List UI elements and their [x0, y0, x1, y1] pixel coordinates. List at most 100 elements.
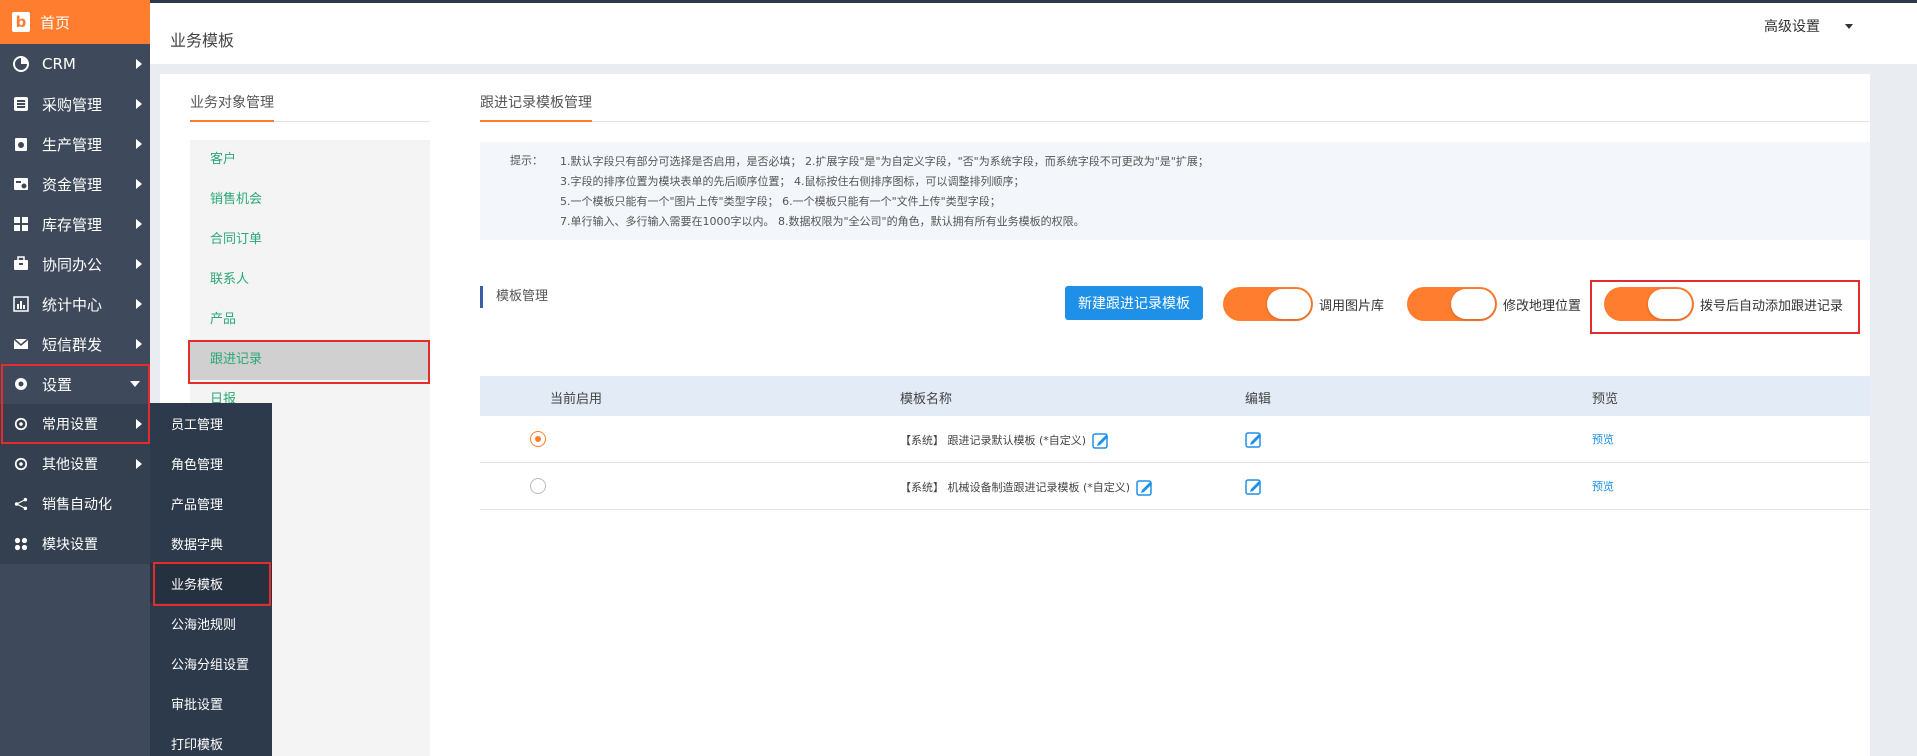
- flyout-item-dictionary[interactable]: 数据字典: [150, 523, 272, 563]
- chevron-right-icon: [136, 459, 142, 469]
- toggle-label: 修改地理位置: [1503, 298, 1582, 314]
- gear-icon: [12, 415, 30, 433]
- chevron-right-icon: [136, 219, 142, 229]
- chevron-right-icon: [136, 59, 142, 69]
- rename-icon[interactable]: [1136, 478, 1154, 496]
- modules-icon: [12, 535, 30, 553]
- money-icon: [12, 175, 30, 193]
- advanced-settings-label: 高级设置: [1764, 19, 1820, 35]
- nav-item-inventory[interactable]: 库存管理: [0, 204, 150, 244]
- enabled-radio[interactable]: [530, 431, 546, 447]
- nav-item-label: 采购管理: [42, 95, 103, 114]
- toggle-edit-location: 修改地理位置: [1407, 286, 1581, 322]
- object-item-opportunity[interactable]: 销售机会: [190, 180, 430, 220]
- toggle-knob: [1267, 289, 1311, 319]
- bar-chart-icon: [12, 295, 30, 313]
- nav-item-label: 设置: [42, 375, 73, 394]
- chevron-down-icon: [130, 381, 140, 387]
- nav-item-sales-automation[interactable]: 销售自动化: [0, 484, 150, 524]
- share-icon: [12, 495, 30, 513]
- edit-icon[interactable]: [1245, 477, 1263, 495]
- object-item-followup[interactable]: 跟进记录: [190, 340, 430, 380]
- caret-down-icon: [1845, 23, 1853, 29]
- nav-item-label: 生产管理: [42, 135, 103, 154]
- chevron-right-icon: [136, 139, 142, 149]
- flyout-item-pool-rules[interactable]: 公海池规则: [150, 603, 272, 643]
- section-title: 模板管理: [480, 286, 548, 308]
- table-row: 【系统】 跟进记录默认模板 (*自定义) 预览: [480, 416, 1870, 463]
- nav-item-label: 协同办公: [42, 255, 103, 274]
- object-item-contract[interactable]: 合同订单: [190, 220, 430, 260]
- nav-item-label: 库存管理: [42, 215, 103, 234]
- nav-home-label: 首页: [40, 13, 71, 32]
- mail-icon: [12, 335, 30, 353]
- nav-item-other-settings[interactable]: 其他设置: [0, 444, 150, 484]
- preview-link[interactable]: 预览: [1592, 478, 1614, 494]
- tab-business-objects[interactable]: 业务对象管理: [190, 92, 430, 122]
- th-edit: 编辑: [1245, 392, 1272, 407]
- main-card: 业务对象管理 客户 销售机会 合同订单 联系人 产品 跟进记录 日报 单 跟进记…: [160, 74, 1870, 756]
- chevron-right-icon: [136, 259, 142, 269]
- object-item-product[interactable]: 产品: [190, 300, 430, 340]
- tab-label: 跟进记录模板管理: [480, 92, 592, 122]
- nav-item-label: 常用设置: [42, 417, 98, 433]
- enabled-radio[interactable]: [530, 478, 546, 494]
- nav-item-label: CRM: [42, 55, 76, 73]
- template-name: 【系统】 跟进记录默认模板 (*自定义): [900, 434, 1087, 447]
- list-icon: [12, 95, 30, 113]
- th-name: 模板名称: [900, 392, 953, 407]
- chevron-right-icon: [136, 299, 142, 309]
- pie-chart-icon: [12, 55, 30, 73]
- nav-item-purchase[interactable]: 采购管理: [0, 84, 150, 124]
- template-name-cell: 【系统】 跟进记录默认模板 (*自定义): [900, 431, 1110, 449]
- toggle-label: 调用图片库: [1319, 298, 1385, 314]
- toggle-switch[interactable]: [1604, 287, 1694, 321]
- flyout-item-business-templates[interactable]: 业务模板: [150, 563, 272, 603]
- flyout-item-roles[interactable]: 角色管理: [150, 443, 272, 483]
- flyout-item-staff[interactable]: 员工管理: [150, 403, 272, 443]
- template-name-cell: 【系统】 机械设备制造跟进记录模板 (*自定义): [900, 478, 1154, 496]
- flyout-item-print-templates[interactable]: 打印模板: [150, 723, 272, 756]
- nav-home[interactable]: b 首页: [0, 0, 150, 44]
- tab-followup-templates[interactable]: 跟进记录模板管理: [480, 92, 1870, 122]
- box-icon: [12, 135, 30, 153]
- object-item-customer[interactable]: 客户: [190, 140, 430, 180]
- preview-link[interactable]: 预览: [1592, 431, 1614, 447]
- tips-box: 提示： 1.默认字段只有部分可选择是否启用，是否必填； 2.扩展字段"是"为自定…: [480, 142, 1870, 240]
- nav-item-collab[interactable]: 协同办公: [0, 244, 150, 284]
- toggle-auto-followup: 拨号后自动添加跟进记录: [1604, 286, 1843, 322]
- chevron-right-icon: [136, 419, 142, 429]
- logo-icon: b: [12, 12, 30, 32]
- nav-item-stats[interactable]: 统计中心: [0, 284, 150, 324]
- flyout-item-approval[interactable]: 审批设置: [150, 683, 272, 723]
- toggle-switch[interactable]: [1407, 287, 1497, 321]
- edit-icon[interactable]: [1245, 430, 1263, 448]
- new-template-button[interactable]: 新建跟进记录模板: [1065, 286, 1203, 320]
- nav-item-crm[interactable]: CRM: [0, 44, 150, 84]
- nav-item-common-settings[interactable]: 常用设置: [0, 404, 150, 444]
- chevron-right-icon: [136, 339, 142, 349]
- nav-item-module-settings[interactable]: 模块设置: [0, 524, 150, 564]
- th-preview: 预览: [1592, 392, 1619, 407]
- template-table: 当前启用 模板名称 编辑 预览 【系统】 跟进记录默认模板 (*自定义) 预览 …: [480, 376, 1870, 510]
- grid-icon: [12, 215, 30, 233]
- nav-item-finance[interactable]: 资金管理: [0, 164, 150, 204]
- nav-item-production[interactable]: 生产管理: [0, 124, 150, 164]
- toggle-label: 拨号后自动添加跟进记录: [1700, 298, 1844, 314]
- nav-item-label: 资金管理: [42, 175, 103, 194]
- nav-item-sms[interactable]: 短信群发: [0, 324, 150, 364]
- gear-icon: [12, 455, 30, 473]
- toggle-switch[interactable]: [1223, 287, 1313, 321]
- object-item-contact[interactable]: 联系人: [190, 260, 430, 300]
- template-name: 【系统】 机械设备制造跟进记录模板 (*自定义): [900, 481, 1131, 494]
- nav-item-label: 销售自动化: [42, 497, 112, 513]
- rename-icon[interactable]: [1092, 431, 1110, 449]
- flyout-item-products[interactable]: 产品管理: [150, 483, 272, 523]
- flyout-item-pool-groups[interactable]: 公海分组设置: [150, 643, 272, 683]
- nav-item-settings[interactable]: 设置: [0, 364, 150, 404]
- table-header: 当前启用 模板名称 编辑 预览: [480, 376, 1870, 416]
- tab-label: 业务对象管理: [190, 92, 274, 122]
- nav-item-label: 统计中心: [42, 295, 103, 314]
- advanced-settings-dropdown[interactable]: 高级设置: [1764, 16, 1853, 36]
- tip-line: 3.字段的排序位置为模块表单的先后顺序位置； 4.鼠标按住右侧排序图标，可以调整…: [560, 175, 1025, 188]
